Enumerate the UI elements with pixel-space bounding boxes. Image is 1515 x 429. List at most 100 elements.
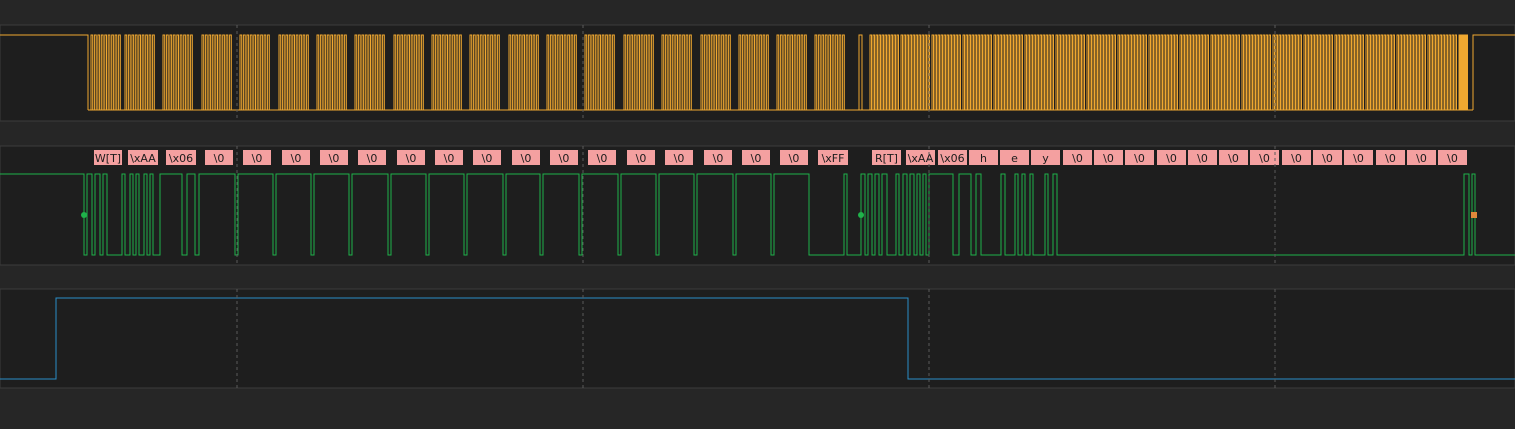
decoded-frame-label: \xAA (130, 152, 156, 165)
clock-burst (1210, 34, 1241, 111)
logic-analyzer-viewer: W[T] \xAA \x06 \0 \0 \0 \0 \0 \0 \0 \0 \0 \0 \0 \0 \0 \0… (0, 24, 1515, 389)
decoded-frame-label: y (1042, 152, 1049, 165)
decoded-frame[interactable]: \0 (1125, 150, 1154, 165)
decoded-frame-label: \0 (1103, 152, 1114, 165)
decoded-frame[interactable]: \0 (397, 150, 425, 165)
decoded-frame-label: \x06 (169, 152, 193, 165)
decoded-frame[interactable]: \0 (1219, 150, 1248, 165)
clock-burst (1086, 34, 1117, 111)
decoded-frame[interactable]: \0 (512, 150, 540, 165)
decoded-frame[interactable]: \0 (1063, 150, 1092, 165)
decoded-frame[interactable]: \0 (1313, 150, 1342, 165)
clock-burst (900, 34, 931, 111)
decoded-frame-label: \0 (1291, 152, 1302, 165)
decoded-frame-label: \0 (1259, 152, 1270, 165)
decoded-frame[interactable]: \x06 (938, 150, 967, 165)
clock-burst (993, 34, 1024, 111)
decoded-frame[interactable]: \0 (550, 150, 578, 165)
decoded-frame-label: \0 (1353, 152, 1364, 165)
decoded-frame-label: \0 (1166, 152, 1177, 165)
decoded-frame-label: \0 (1447, 152, 1458, 165)
decoded-frame-label: h (980, 152, 987, 165)
write-start-marker (81, 212, 87, 218)
clock-burst (1458, 34, 1468, 111)
decoded-frame-label: \0 (674, 152, 685, 165)
decoded-frame[interactable]: y (1031, 150, 1060, 165)
clock-burst (1303, 34, 1334, 111)
decoded-frame[interactable]: \xAA (128, 150, 158, 165)
decoded-frame[interactable]: \0 (1282, 150, 1311, 165)
decoded-frame-label: \x06 (940, 152, 964, 165)
decoded-frame-label: \0 (444, 152, 455, 165)
decoded-frame-label: \0 (713, 152, 724, 165)
decoded-frame-label: W[T] (95, 152, 121, 165)
clock-burst (1334, 34, 1365, 111)
decoded-frame-label: \0 (329, 152, 340, 165)
clock-burst (1024, 34, 1055, 111)
decoded-frame[interactable]: \0 (704, 150, 732, 165)
decoded-frame-label: \0 (559, 152, 570, 165)
decoded-frame-label: \0 (1134, 152, 1145, 165)
clock-burst (1117, 34, 1148, 111)
decoded-frame[interactable]: \x06 (166, 150, 196, 165)
decoded-frame[interactable]: R[T] (872, 150, 901, 165)
decoded-frame-label: \0 (214, 152, 225, 165)
decoded-frame-label: \0 (1072, 152, 1083, 165)
decoded-frames: W[T] \xAA \x06 \0 \0 \0 \0 \0 \0 \0 \0 \0 \0 \0 \0 \0 \0… (94, 150, 1467, 165)
clock-burst (1272, 34, 1303, 111)
decoded-frame[interactable]: \0 (1344, 150, 1373, 165)
decoded-frame[interactable]: \xAA (906, 150, 935, 165)
decoded-frame[interactable]: \0 (1407, 150, 1436, 165)
decoded-frame-label: \0 (1322, 152, 1333, 165)
decoded-frame[interactable]: \0 (435, 150, 463, 165)
decoded-frame-label: \0 (751, 152, 762, 165)
clock-burst (1148, 34, 1179, 111)
clock-burst (931, 34, 962, 111)
decoded-frame-label: \0 (406, 152, 417, 165)
read-start-marker (858, 212, 864, 218)
decoded-frame[interactable]: \0 (243, 150, 271, 165)
clock-channel[interactable] (0, 24, 1515, 122)
clock-burst (869, 34, 900, 111)
decoded-frame-label: \xFF (822, 152, 845, 165)
decoded-frame-label: \0 (367, 152, 378, 165)
data-channel[interactable]: W[T] \xAA \x06 \0 \0 \0 \0 \0 \0 \0 \0 \0 \0 \0 \0 \0 \0… (0, 145, 1515, 266)
decoded-frame[interactable]: \0 (1438, 150, 1467, 165)
decoded-frame[interactable]: \0 (1376, 150, 1405, 165)
enable-channel-background (0, 288, 1515, 389)
decoded-frame-label: \0 (597, 152, 608, 165)
decoded-frame-label: \xAA (908, 152, 934, 165)
decoded-frame-label: \0 (291, 152, 302, 165)
decoded-frame-label: \0 (521, 152, 532, 165)
clock-burst (1055, 34, 1086, 111)
decoded-frame[interactable]: \0 (665, 150, 693, 165)
clock-burst (962, 34, 993, 111)
decoded-frame-label: \0 (482, 152, 493, 165)
decoded-frame-label: \0 (636, 152, 647, 165)
decoded-frame[interactable]: \0 (588, 150, 616, 165)
decoded-frame[interactable]: \0 (282, 150, 310, 165)
decoded-frame[interactable]: \0 (1157, 150, 1186, 165)
decoded-frame-label: \0 (1416, 152, 1427, 165)
decoded-frame-label: \0 (1385, 152, 1396, 165)
decoded-frame[interactable]: W[T] (94, 150, 122, 165)
decoded-frame[interactable]: \0 (742, 150, 770, 165)
decoded-frame[interactable]: \0 (1188, 150, 1217, 165)
decoded-frame[interactable]: \0 (780, 150, 808, 165)
clock-burst (1396, 34, 1427, 111)
decoded-frame[interactable]: \0 (205, 150, 233, 165)
decoded-frame-label: \0 (1228, 152, 1239, 165)
decoded-frame-label: R[T] (875, 152, 898, 165)
decoded-frame[interactable]: \0 (627, 150, 655, 165)
enable-channel[interactable] (0, 288, 1515, 389)
decoded-frame[interactable]: \0 (473, 150, 501, 165)
clock-burst (1179, 34, 1210, 111)
decoded-frame-label: \0 (1197, 152, 1208, 165)
decoded-frame[interactable]: h (969, 150, 998, 165)
decoded-frame[interactable]: e (1000, 150, 1029, 165)
decoded-frame[interactable]: \0 (1094, 150, 1123, 165)
decoded-frame[interactable]: \0 (358, 150, 386, 165)
decoded-frame[interactable]: \0 (320, 150, 348, 165)
decoded-frame[interactable]: \xFF (818, 150, 848, 165)
clock-burst (1241, 34, 1272, 111)
